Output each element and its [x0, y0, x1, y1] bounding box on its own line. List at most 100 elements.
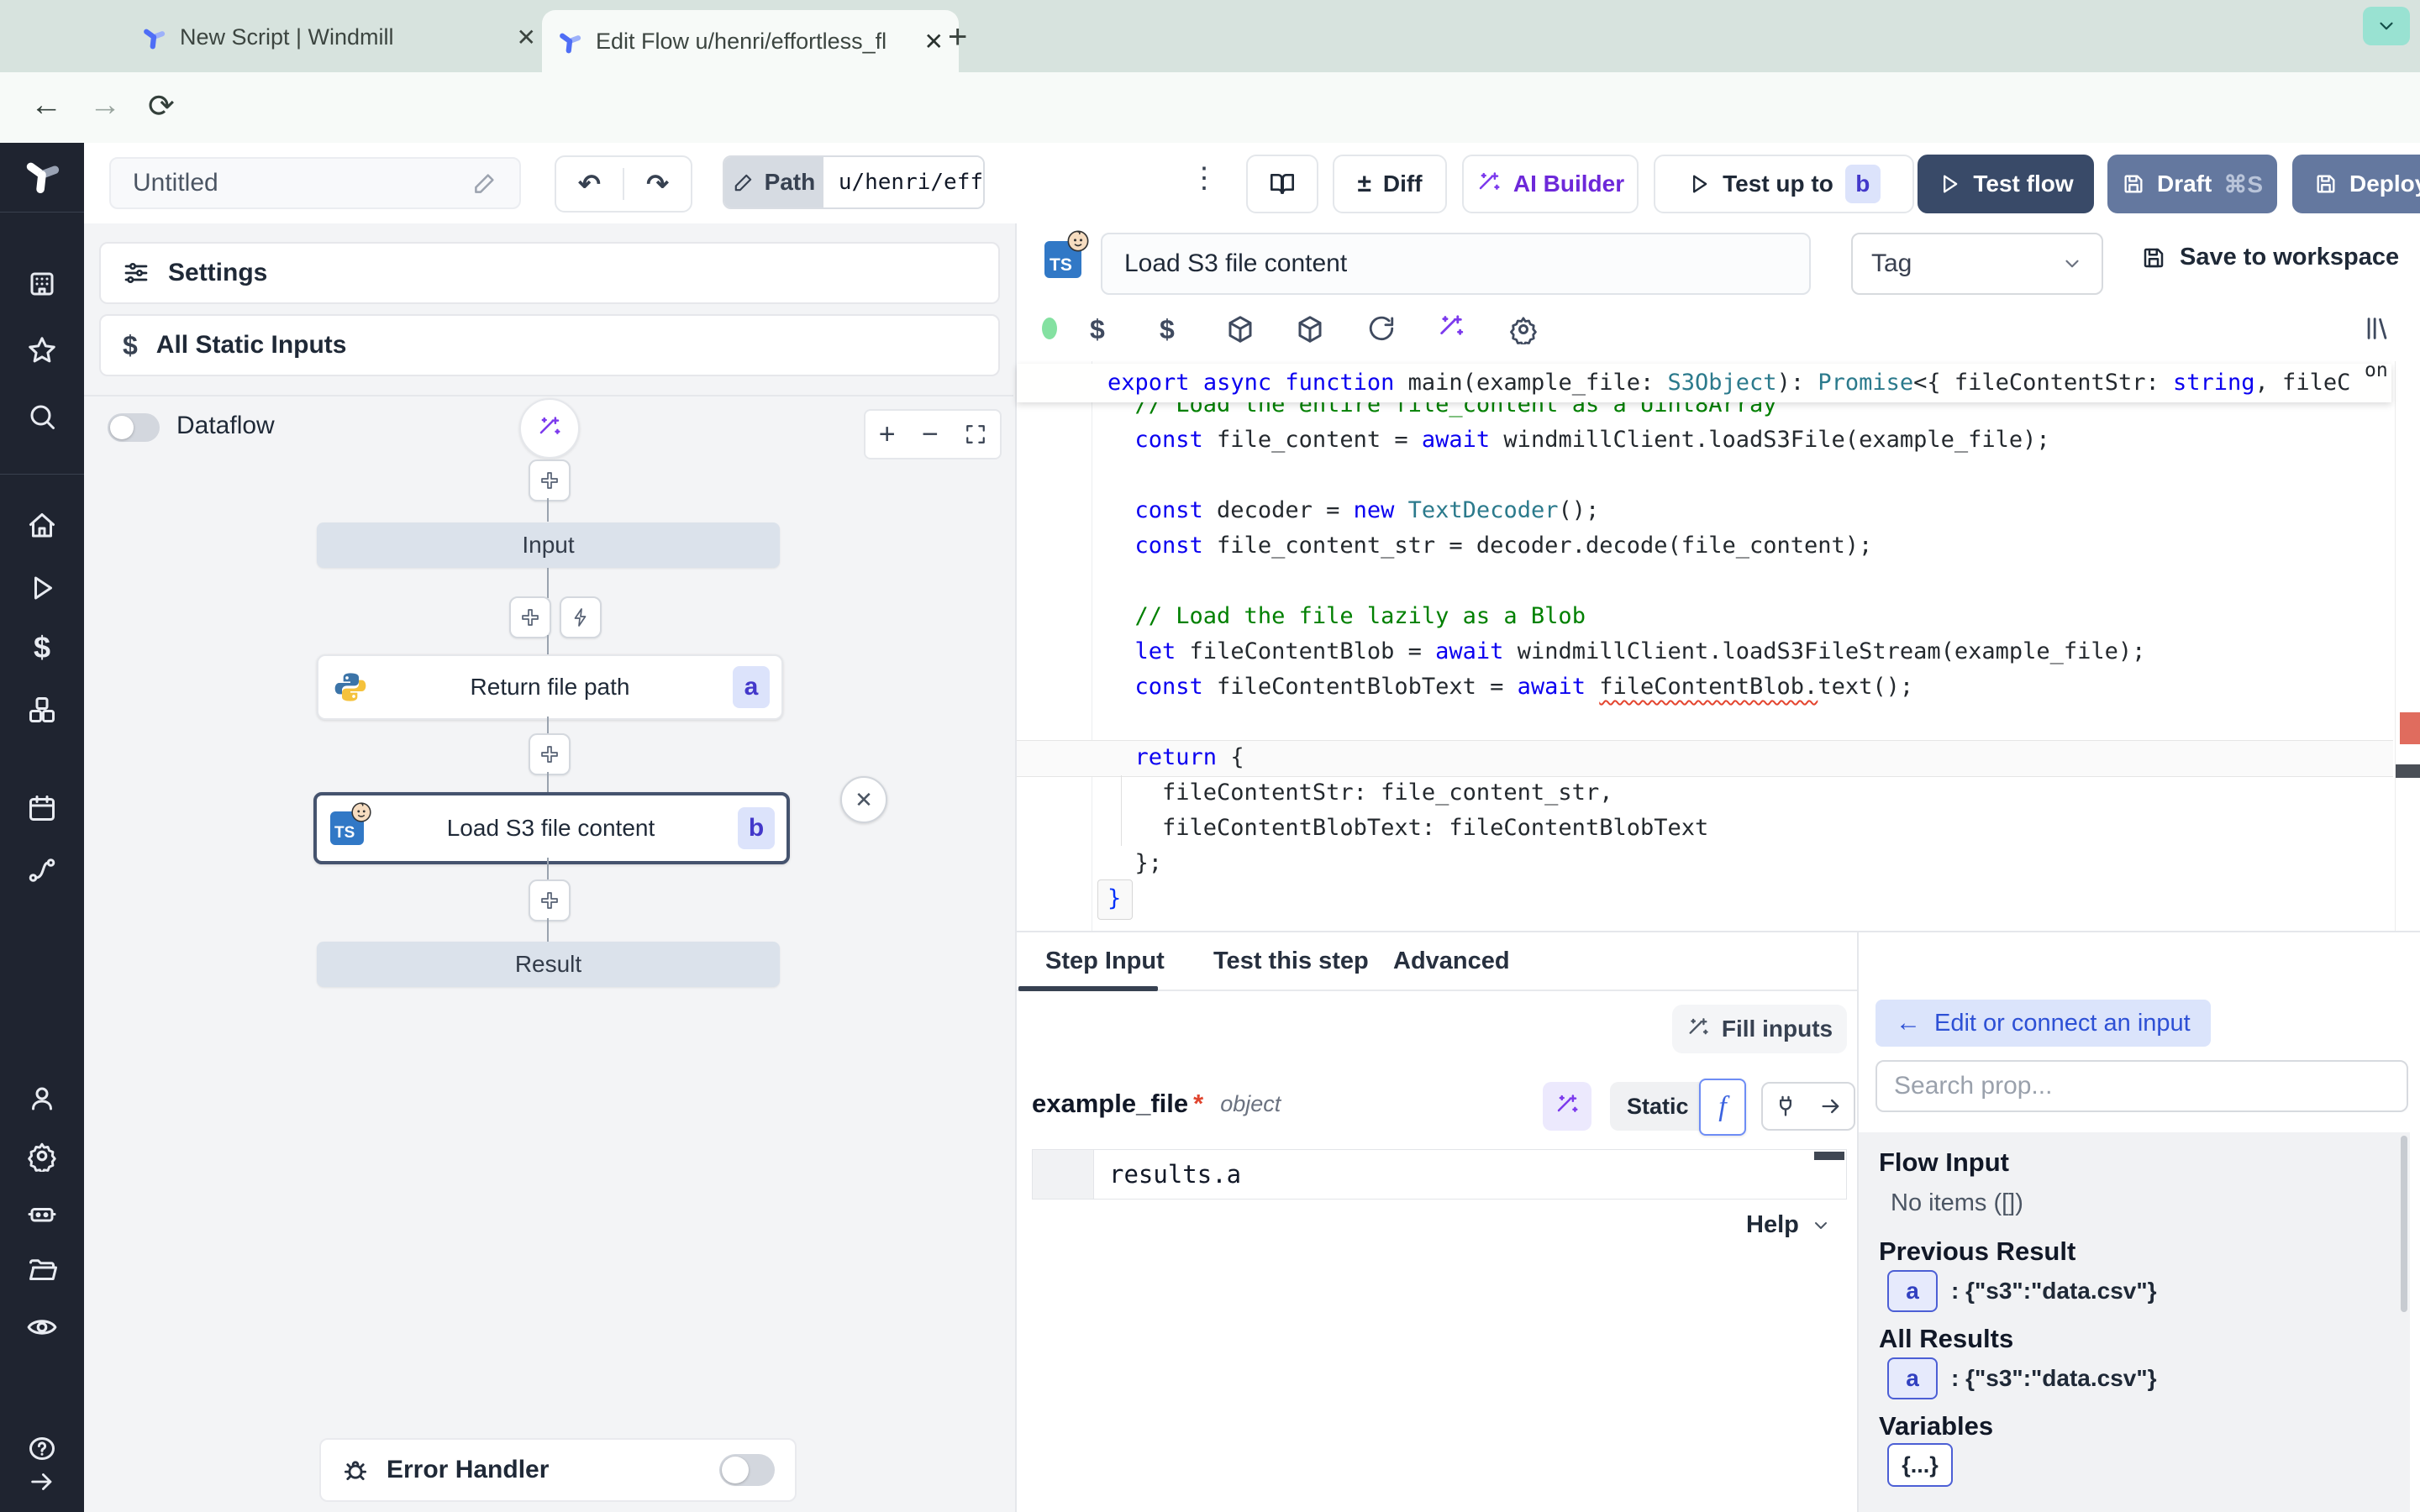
flow-settings-button[interactable]: Settings — [99, 242, 1000, 304]
path-control[interactable]: Path u/henri/eff — [723, 155, 985, 209]
result-key-badge[interactable]: a — [1887, 1357, 1938, 1399]
tab-close-icon[interactable]: ✕ — [924, 28, 944, 55]
back-icon[interactable]: ← — [30, 87, 62, 123]
plug-icon[interactable] — [1774, 1095, 1797, 1118]
sidebar-item-users[interactable] — [27, 1084, 57, 1114]
tab-step-input[interactable]: Step Input — [1045, 948, 1165, 975]
browser-tab-2[interactable]: Edit Flow u/henri/effortless_fl ✕ — [542, 10, 959, 72]
tab-test-this-step[interactable]: Test this step — [1213, 948, 1369, 975]
flow-node-input[interactable]: Input — [317, 522, 780, 568]
help-button[interactable]: Help — [1746, 1211, 1831, 1239]
library-icon[interactable] — [2363, 314, 2391, 343]
code-line[interactable]: let fileContentBlob = await windmillClie… — [1107, 634, 2145, 669]
dataflow-toggle[interactable] — [108, 413, 160, 442]
new-tab-button[interactable]: + — [948, 18, 967, 56]
add-trigger-button[interactable] — [560, 596, 602, 638]
pencil-icon[interactable] — [472, 171, 497, 196]
sidebar-item-schedules[interactable] — [27, 793, 57, 823]
error-handler-card[interactable]: Error Handler — [319, 1438, 797, 1502]
variables-icon[interactable]: $ — [1160, 314, 1175, 345]
sidebar-item-home[interactable] — [27, 511, 57, 541]
flow-node-step-b-selected[interactable]: TS Load S3 file content b — [313, 792, 790, 864]
tag-select[interactable]: Tag — [1851, 233, 2103, 295]
forward-icon[interactable]: → — [89, 87, 121, 123]
flow-node-step-a[interactable]: Return file path a — [317, 654, 783, 720]
previous-result-row[interactable]: a : {"s3":"data.csv"} — [1887, 1270, 2157, 1312]
package-icon[interactable] — [1225, 314, 1255, 344]
sidebar-item-favorites[interactable] — [27, 335, 57, 365]
variables-badge[interactable]: {...} — [1887, 1443, 1953, 1487]
fill-inputs-button[interactable]: Fill inputs — [1672, 1005, 1847, 1053]
add-step-button[interactable] — [509, 596, 551, 638]
delete-step-button[interactable]: ✕ — [840, 776, 887, 823]
edit-or-connect-button[interactable]: ← Edit or connect an input — [1876, 1000, 2211, 1047]
javascript-expr-mode-button[interactable]: f — [1699, 1079, 1746, 1136]
error-handler-toggle[interactable] — [719, 1454, 775, 1486]
test-up-to-button[interactable]: Test up to b — [1654, 155, 1914, 213]
deploy-button[interactable]: Deploy — [2292, 155, 2420, 213]
sidebar-item-folders[interactable] — [27, 1255, 57, 1285]
flow-name-field[interactable]: Untitled — [109, 157, 521, 209]
code-line[interactable]: fileContentBlobText: fileContentBlobText — [1107, 811, 2145, 846]
code-line[interactable] — [1107, 564, 2145, 599]
fullscreen-icon[interactable] — [965, 423, 986, 445]
tab-close-icon[interactable]: ✕ — [517, 24, 536, 51]
step-name-input[interactable]: Load S3 file content — [1101, 233, 1811, 295]
path-label-segment[interactable]: Path — [724, 157, 823, 207]
tab-search-chevron-button[interactable] — [2363, 7, 2410, 45]
sidebar-item-runs[interactable] — [27, 573, 57, 603]
code-line[interactable]: const decoder = new TextDecoder(); — [1107, 493, 2145, 528]
reload-icon[interactable] — [1367, 314, 1396, 343]
all-static-inputs-button[interactable]: $ All Static Inputs — [99, 314, 1000, 376]
sidebar-item-search[interactable] — [27, 402, 57, 432]
code-line[interactable] — [1107, 705, 2145, 740]
code-line[interactable] — [1107, 458, 2145, 493]
flow-node-result[interactable]: Result — [317, 942, 780, 987]
test-flow-button[interactable]: Test flow — [1918, 155, 2094, 213]
zoom-out-button[interactable]: − — [922, 418, 939, 451]
add-step-button[interactable] — [529, 879, 571, 921]
code-line[interactable]: fileContentStr: file_content_str, — [1107, 775, 2145, 811]
add-step-top-button[interactable] — [529, 459, 571, 501]
search-prop-input[interactable]: Search prop... — [1876, 1060, 2408, 1112]
diff-button[interactable]: ± Diff — [1333, 155, 1447, 213]
code-line[interactable]: // Load the file lazily as a Blob — [1107, 599, 2145, 634]
save-to-workspace-button[interactable]: Save to workspace — [2141, 244, 2399, 271]
result-key-badge[interactable]: a — [1887, 1270, 1938, 1312]
windmill-logo[interactable] — [23, 155, 61, 194]
add-step-button[interactable] — [529, 733, 571, 775]
expr-input[interactable]: results.a — [1032, 1149, 1847, 1200]
sidebar-item-settings[interactable] — [26, 1140, 58, 1172]
reload-icon[interactable]: ⟳ — [148, 87, 175, 125]
redo-button[interactable]: ↷ — [623, 168, 691, 200]
all-results-row[interactable]: a : {"s3":"data.csv"} — [1887, 1357, 2157, 1399]
tab-advanced[interactable]: Advanced — [1393, 948, 1510, 975]
package-icon[interactable] — [1295, 314, 1325, 344]
ai-assist-icon[interactable] — [1437, 314, 1465, 343]
sidebar-item-workers[interactable] — [27, 1198, 57, 1228]
undo-button[interactable]: ↶ — [556, 168, 623, 200]
more-options-kebab-icon[interactable]: ⋮ — [1190, 161, 1218, 195]
code-editor[interactable]: // Load the entire file_content as a Uin… — [1107, 387, 2145, 916]
sidebar-expand-icon[interactable] — [28, 1467, 56, 1496]
docs-button[interactable] — [1246, 155, 1318, 213]
sidebar-item-resources[interactable] — [27, 695, 57, 725]
draft-button[interactable]: Draft ⌘S — [2107, 155, 2277, 213]
scrollbar-thumb[interactable] — [2396, 764, 2420, 778]
code-line[interactable]: const file_content_str = decoder.decode(… — [1107, 528, 2145, 564]
ai-fill-arg-button[interactable] — [1543, 1082, 1591, 1131]
sidebar-help-icon[interactable] — [27, 1435, 57, 1465]
ai-flow-button[interactable] — [519, 398, 580, 459]
browser-tab-1[interactable]: New Script | Windmill ✕ — [126, 12, 551, 62]
code-line[interactable]: return { — [1107, 740, 2145, 775]
arrow-right-icon[interactable] — [1819, 1095, 1843, 1118]
zoom-in-button[interactable]: + — [879, 418, 896, 451]
assets-icon[interactable]: $ — [1090, 314, 1105, 345]
sticky-scroll-line[interactable]: export async function main(example_file:… — [1017, 364, 2391, 402]
code-line[interactable]: const fileContentBlobText = await fileCo… — [1107, 669, 2145, 705]
sidebar-item-audit-logs[interactable] — [26, 1311, 58, 1343]
ai-builder-button[interactable]: AI Builder — [1462, 155, 1639, 213]
code-line[interactable]: }; — [1107, 846, 2145, 881]
sidebar-item-workspace[interactable] — [27, 269, 57, 299]
panel-scrollbar[interactable] — [2401, 1136, 2407, 1312]
